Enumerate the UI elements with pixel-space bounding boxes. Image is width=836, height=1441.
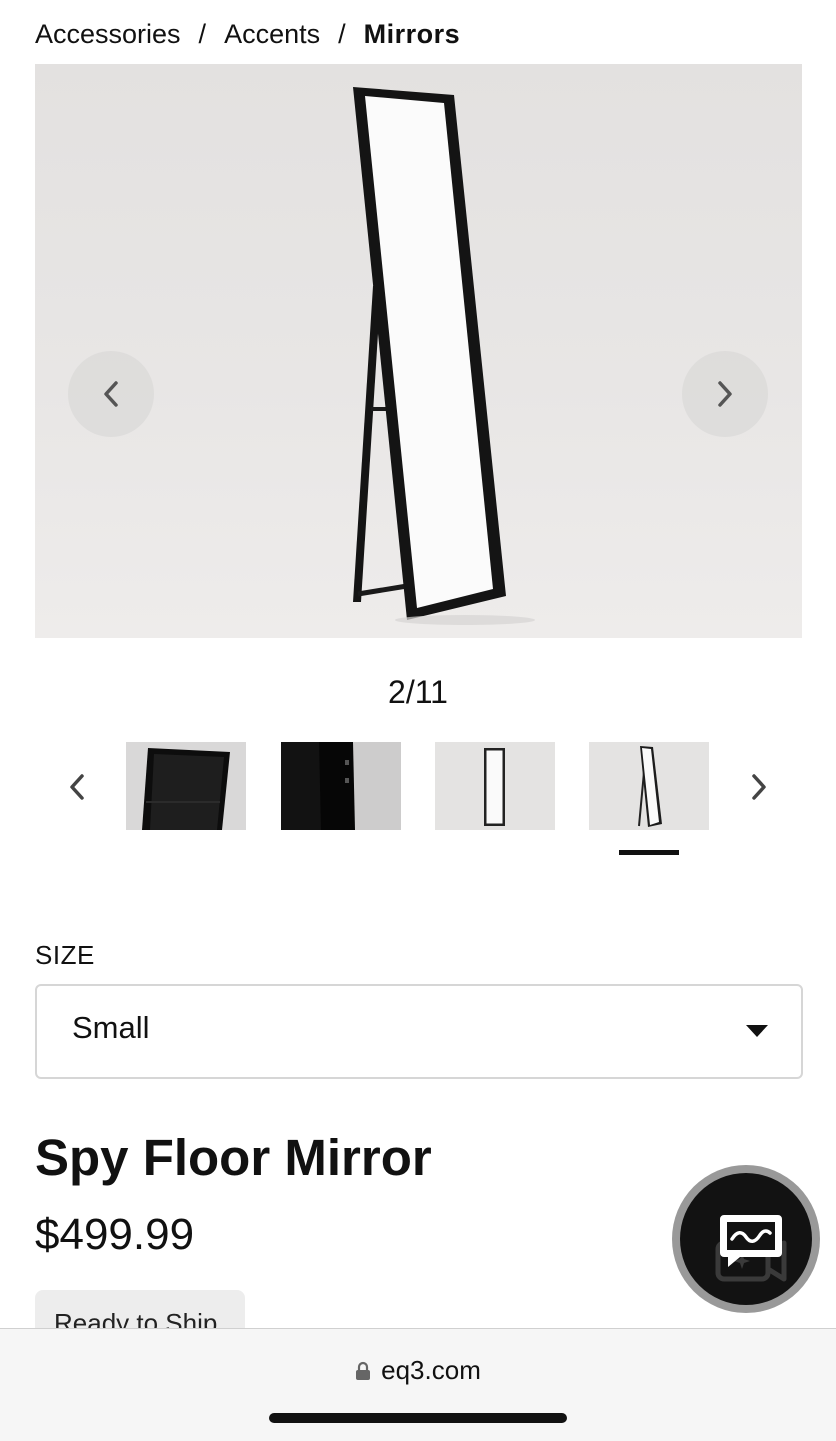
chevron-left-icon [104, 381, 118, 407]
address-bar[interactable]: eq3.com [0, 1355, 836, 1386]
size-label: SIZE [35, 940, 95, 970]
breadcrumb-separator: / [338, 18, 346, 49]
gallery-next-button[interactable] [682, 351, 768, 437]
thumbnail-prev-button[interactable] [60, 770, 94, 804]
chat-button[interactable] [672, 1165, 820, 1313]
breadcrumb-item-accessories[interactable]: Accessories [35, 19, 181, 50]
gallery-counter: 2/11 [388, 674, 448, 710]
floor-mirror-illustration [353, 87, 535, 625]
thumbnail-image [281, 742, 355, 830]
home-indicator[interactable] [269, 1413, 567, 1423]
thumbnail-image [484, 748, 505, 826]
size-select-value: Small [72, 1010, 150, 1045]
browser-bottom-bar: eq3.com [0, 1328, 836, 1441]
thumbnail-next-button[interactable] [742, 770, 776, 804]
thumbnail-1[interactable] [126, 742, 246, 830]
thumbnail-4[interactable] [589, 742, 709, 830]
size-select[interactable]: Small [35, 984, 803, 1079]
breadcrumb: Accessories / Accents / Mirrors [35, 14, 460, 54]
product-title: Spy Floor Mirror [35, 1129, 432, 1186]
thumbnail-image [142, 748, 230, 830]
thumbnail-2[interactable] [281, 742, 401, 830]
breadcrumb-separator: / [198, 18, 207, 49]
thumbnail-image [638, 746, 662, 827]
product-image-main [35, 64, 802, 638]
chat-video-icon [680, 1173, 812, 1305]
thumbnail-3[interactable] [435, 742, 555, 830]
gallery-prev-button[interactable] [68, 351, 154, 437]
chevron-left-icon [70, 774, 84, 800]
thumbnail-strip [0, 742, 836, 862]
caret-down-icon [746, 1025, 768, 1037]
active-thumbnail-indicator [619, 850, 679, 855]
breadcrumb-item-accents[interactable]: Accents [224, 19, 320, 50]
chat-bubble-icon [715, 1215, 787, 1282]
lock-icon [356, 1361, 371, 1380]
chevron-right-icon [752, 774, 766, 800]
chevron-right-icon [718, 381, 732, 407]
url-text: eq3.com [381, 1355, 481, 1385]
breadcrumb-current: Mirrors [363, 18, 461, 49]
product-price: $499.99 [35, 1210, 195, 1259]
